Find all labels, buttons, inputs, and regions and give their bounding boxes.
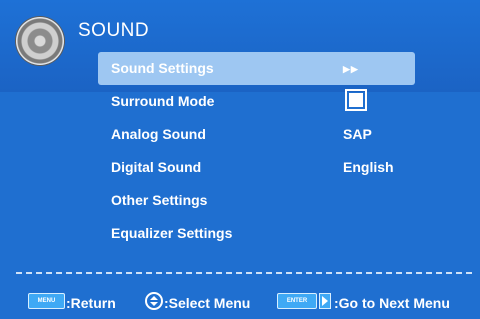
next-menu-hint: :Go to Next Menu: [334, 295, 450, 311]
menu-key-icon: MENU: [28, 293, 65, 309]
enter-key-icon: ENTER: [277, 293, 317, 309]
menu-item-digital-sound[interactable]: Digital Sound English: [98, 151, 415, 184]
menu-item-analog-sound[interactable]: Analog Sound SAP: [98, 118, 415, 151]
menu-item-label: Sound Settings: [111, 60, 214, 76]
up-down-icon: [145, 292, 163, 310]
menu-item-surround-mode[interactable]: Surround Mode: [98, 85, 415, 118]
sound-menu: Sound Settings ▶▶ Surround Mode Analog S…: [98, 52, 415, 250]
menu-item-label: Analog Sound: [111, 126, 206, 142]
menu-header: SOUND: [0, 0, 480, 65]
divider: [16, 272, 472, 274]
checkbox-checked-icon[interactable]: [345, 89, 367, 111]
select-hint: :Select Menu: [164, 295, 251, 311]
menu-item-label: Surround Mode: [111, 93, 215, 109]
menu-item-value: English: [343, 159, 394, 175]
double-arrow-right-icon: ▶▶: [343, 64, 359, 74]
menu-item-value: SAP: [343, 126, 372, 142]
return-hint: :Return: [66, 295, 116, 311]
menu-item-equalizer-settings[interactable]: Equalizer Settings: [98, 217, 415, 250]
menu-item-label: Other Settings: [111, 192, 208, 208]
menu-item-other-settings[interactable]: Other Settings: [98, 184, 415, 217]
menu-title: SOUND: [78, 20, 150, 41]
menu-item-sound-settings[interactable]: Sound Settings ▶▶: [98, 52, 415, 85]
menu-item-label: Equalizer Settings: [111, 225, 233, 241]
arrow-right-icon: [319, 293, 331, 309]
footer-help-bar: MENU :Return :Select Menu ENTER :Go to N…: [0, 284, 480, 319]
menu-item-label: Digital Sound: [111, 159, 202, 175]
speaker-icon: [16, 17, 64, 65]
